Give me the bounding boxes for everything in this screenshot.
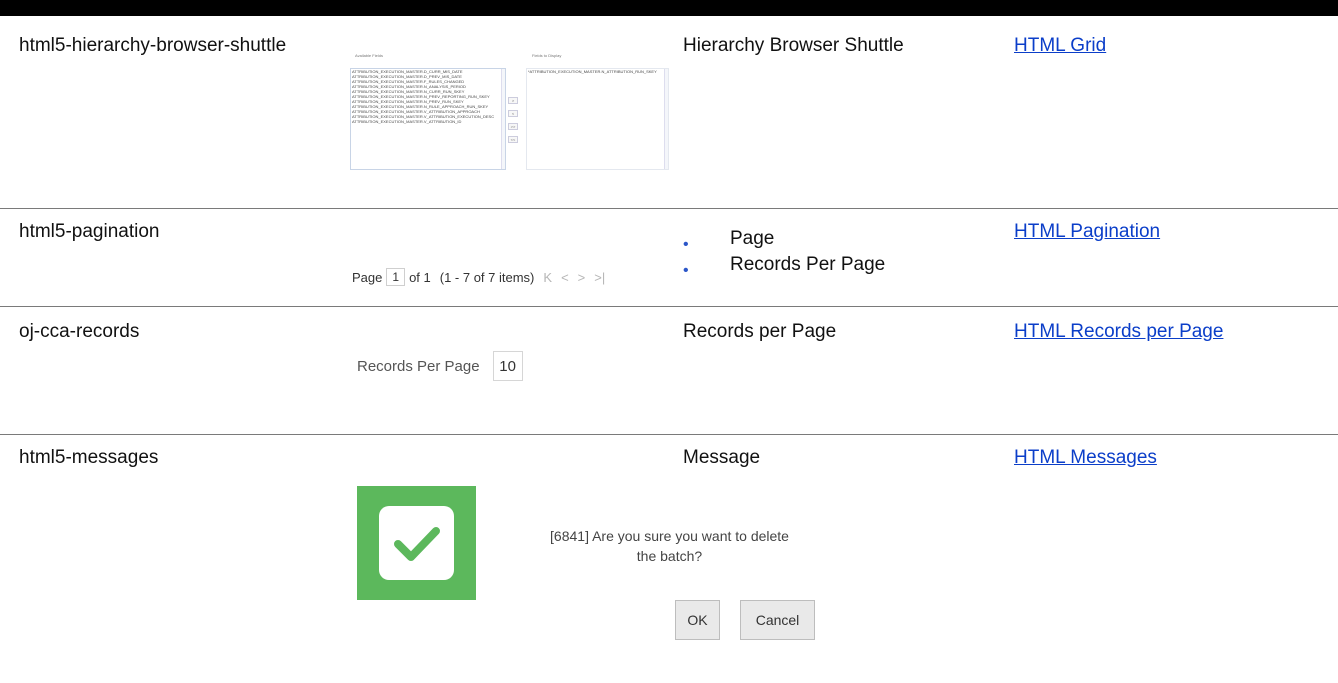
records-input[interactable]: 10	[492, 351, 523, 381]
cancel-button[interactable]: Cancel	[740, 600, 815, 640]
html-grid-link[interactable]: HTML Grid	[1014, 35, 1106, 56]
items-range: (1 - 7 of 7 items)	[439, 269, 535, 285]
records-per-page-screenshot: Records Per Page 10	[357, 351, 523, 381]
success-icon-background	[357, 486, 476, 600]
html-messages-link[interactable]: HTML Messages	[1014, 447, 1157, 468]
component-name: html5-hierarchy-browser-shuttle	[19, 35, 287, 56]
page-label: Page	[352, 269, 383, 285]
move-right-button[interactable]: >	[508, 97, 518, 104]
list-item: • Records Per Page	[683, 252, 885, 279]
last-page-icon[interactable]: >|	[594, 270, 605, 285]
bullet-list: • Page • Records Per Page	[683, 226, 885, 279]
available-fields-list[interactable]: ATTRIBUTION_EXECUTION_MASTER.D_CURR_MIS_…	[350, 68, 506, 170]
row-divider	[0, 208, 1338, 209]
first-page-icon[interactable]: K	[543, 270, 552, 285]
page-count: of 1	[409, 269, 431, 285]
shuttle-screenshot: Available Fields Fields to Display ATTRI…	[346, 53, 671, 175]
available-fields-caption: Available Fields	[355, 53, 383, 58]
row-divider	[0, 306, 1338, 307]
next-page-icon[interactable]: >	[578, 270, 586, 285]
component-name: oj-cca-records	[19, 321, 140, 342]
records-label: Records Per Page	[357, 357, 480, 375]
message-text: [6841] Are you sure you want to delete t…	[550, 528, 789, 564]
component-name: html5-messages	[19, 447, 159, 468]
html-pagination-link[interactable]: HTML Pagination	[1014, 221, 1160, 242]
display-fields-caption: Fields to Display	[532, 53, 562, 58]
scrollbar[interactable]	[501, 69, 505, 169]
component-description: Message	[683, 447, 761, 468]
move-all-right-button[interactable]: >>	[508, 123, 518, 130]
pagination-screenshot: Page 1 of 1 (1 - 7 of 7 items) K < > >|	[352, 264, 605, 290]
page-number-input[interactable]: 1	[386, 268, 406, 286]
ok-button[interactable]: OK	[675, 600, 720, 640]
row-divider	[0, 434, 1338, 435]
component-description: Records per Page	[683, 321, 837, 342]
list-item[interactable]: *ATTRIBUTION_EXECUTION_MASTER.N_ATTRIBUT…	[527, 69, 668, 74]
move-all-left-button[interactable]: <<	[508, 136, 518, 143]
check-icon	[379, 506, 454, 580]
bullet-icon: •	[683, 262, 689, 279]
component-description: Hierarchy Browser Shuttle	[683, 35, 904, 56]
previous-page-icon[interactable]: <	[561, 270, 569, 285]
list-item: • Page	[683, 226, 885, 253]
table-header-bar	[0, 0, 1338, 16]
list-item[interactable]: ATTRIBUTION_EXECUTION_MASTER.V_ATTRIBUTI…	[351, 119, 505, 124]
scrollbar[interactable]	[664, 69, 668, 169]
html-records-link[interactable]: HTML Records per Page	[1014, 321, 1223, 342]
display-fields-list[interactable]: *ATTRIBUTION_EXECUTION_MASTER.N_ATTRIBUT…	[526, 68, 669, 170]
move-left-button[interactable]: <	[508, 110, 518, 117]
component-name: html5-pagination	[19, 221, 160, 242]
